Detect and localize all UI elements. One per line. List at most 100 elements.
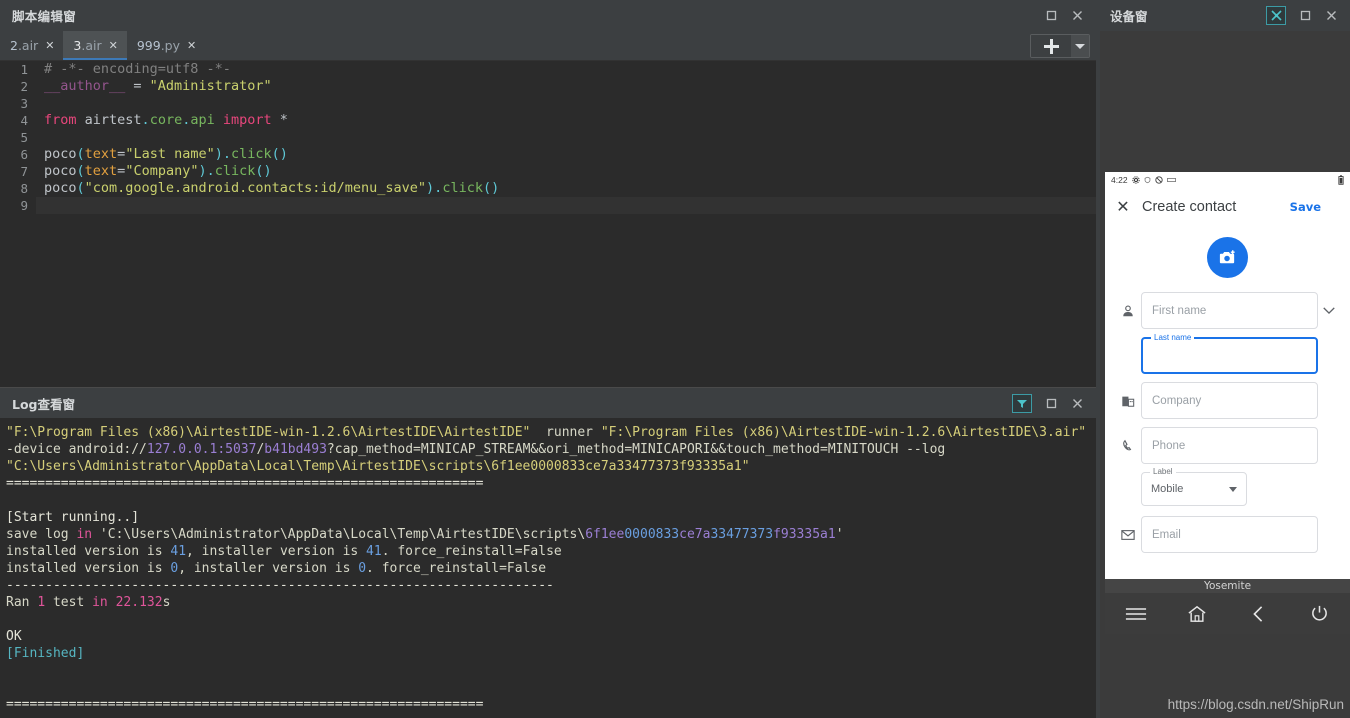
maximize-icon[interactable] [1038,5,1064,27]
code-editor[interactable]: 1 # -*- encoding=utf8 -*- 2 __author__ = "A… [0,61,1096,385]
device-footer: Yosemite [1105,579,1350,634]
log-line: [Finished] [6,645,1096,662]
tab-ext: .air [81,38,102,53]
device-screen-canvas[interactable]: 4:22 ✕ Create contact Save First name La… [1100,31,1350,718]
code-token: = [125,78,150,94]
device-nav-bar [1105,593,1350,634]
close-icon[interactable] [1064,393,1090,415]
maximize-icon[interactable] [1038,393,1064,415]
code-token: poco [44,180,77,196]
code-token: * [271,112,288,128]
key-icon [1166,177,1176,182]
left-column: 脚本编辑窗 2.air ✕ 3.air ✕ 999.py ✕ 1 # -*- e… [0,0,1096,718]
code-token: "Last name" [125,146,215,162]
company-field[interactable]: Company [1141,382,1318,419]
code-token: text [84,146,118,162]
code-token: click [214,163,256,179]
field-row-email: Email [1105,516,1350,553]
field-row-company: Company [1105,382,1350,419]
field-row-first-name: First name [1105,292,1350,329]
log-line: -device android://127.0.0.1:5037/b41bd49… [6,441,1096,458]
battery-icon [1338,174,1344,185]
close-icon[interactable]: ✕ [1114,199,1132,215]
code-token: __author__ [44,78,126,94]
back-icon[interactable] [1238,599,1278,629]
tab-name: 999 [136,38,161,53]
field-row-last-name: Last name [1105,333,1350,374]
tab-label: 3.air [73,38,101,53]
log-token [108,595,116,610]
log-token: 41 [170,544,187,559]
code-token: "com.google.android.contacts:id/menu_sav… [84,180,427,196]
log-token: installed version is [6,561,171,576]
tab-close-icon[interactable]: ✕ [109,40,118,51]
code-token: ) [214,146,223,162]
chevron-down-icon[interactable] [1318,306,1340,315]
code-token: core [149,112,183,128]
tab-close-icon[interactable]: ✕ [187,40,196,51]
script-editor-window-controls [1038,0,1090,31]
tab-2-air[interactable]: 2.air ✕ [0,31,63,60]
log-token: ?cap_method=MINICAP_STREAM&&ori_method=M… [326,442,946,457]
add-script-dropdown-button[interactable] [1071,35,1089,57]
add-photo-icon[interactable] [1207,237,1248,278]
tab-ext: .py [160,38,181,53]
watermark: https://blog.csdn.net/ShipRun [1167,697,1344,712]
code-token: from [44,112,77,128]
script-editor-title: 脚本编辑窗 [12,9,77,24]
tab-label: 999.py [137,38,180,53]
line-number: 7 [20,164,28,179]
menu-icon[interactable] [1116,599,1156,629]
first-name-field[interactable]: First name [1141,292,1318,329]
log-token: f93335a1 [773,527,836,542]
log-token: . force_reinstall=False [381,544,562,559]
phone-label-select[interactable]: Label Mobile [1141,467,1247,506]
log-line: "F:\Program Files (x86)\AirtestIDE-win-1… [6,424,1096,441]
device-window-controls [1266,0,1344,31]
tab-label: 2.air [10,38,38,53]
last-name-field[interactable]: Last name [1141,333,1318,374]
log-token: 'C:\Users\Administrator\AppData\Local\Te… [92,527,586,542]
filter-icon[interactable] [1012,394,1032,413]
tab-3-air[interactable]: 3.air ✕ [63,31,128,60]
maximize-icon[interactable] [1292,5,1318,27]
log-output[interactable]: "F:\Program Files (x86)\AirtestIDE-win-1… [0,418,1096,718]
code-token: ) [426,180,435,196]
close-icon[interactable] [1318,5,1344,27]
phone-label-value: Mobile [1151,483,1184,495]
code-line-text: poco("com.google.android.contacts:id/men… [36,180,1096,197]
log-token: ' [835,527,844,542]
code-token: api [190,112,223,128]
device-window-title: 设备窗 [1110,9,1148,24]
code-line: 1 # -*- encoding=utf8 -*- [0,61,1096,78]
code-token: import [222,112,272,128]
airtest-tool-icon[interactable] [1266,6,1286,25]
save-button[interactable]: Save [1290,200,1321,214]
home-icon[interactable] [1177,599,1217,629]
power-icon[interactable] [1299,599,1339,629]
close-icon[interactable] [1064,5,1090,27]
line-number: 2 [20,79,28,94]
code-token: click [442,180,483,196]
log-token: 6f1ee [585,527,625,542]
log-line: "C:\Users\Administrator\AppData\Local\Te… [6,458,1096,475]
add-script-button[interactable] [1031,35,1071,57]
device-window-titlebar: 设备窗 [1100,0,1350,31]
log-line: save log in 'C:\Users\Administrator\AppD… [6,526,1096,543]
log-line: ========================================… [6,475,1096,492]
phone-mirror[interactable]: 4:22 ✕ Create contact Save First name La… [1105,172,1350,579]
code-line-text: from airtest.core.api import * [36,112,1096,129]
plus-icon [1043,38,1059,54]
tab-999-py[interactable]: 999.py ✕ [127,31,205,60]
phone-field[interactable]: Phone [1141,427,1318,464]
gear-icon [1131,175,1140,184]
airtest-ide-window: 脚本编辑窗 2.air ✕ 3.air ✕ 999.py ✕ 1 # -*- e… [0,0,1350,718]
last-name-label: Last name [1151,333,1195,342]
log-token: installed version is [6,544,171,559]
log-window: Log查看窗 "F:\Program Files (x86)\AirtestID… [0,387,1096,718]
tab-close-icon[interactable]: ✕ [45,40,54,51]
email-field[interactable]: Email [1141,516,1318,553]
log-token: 127.0.0.1:5037 [146,442,257,457]
